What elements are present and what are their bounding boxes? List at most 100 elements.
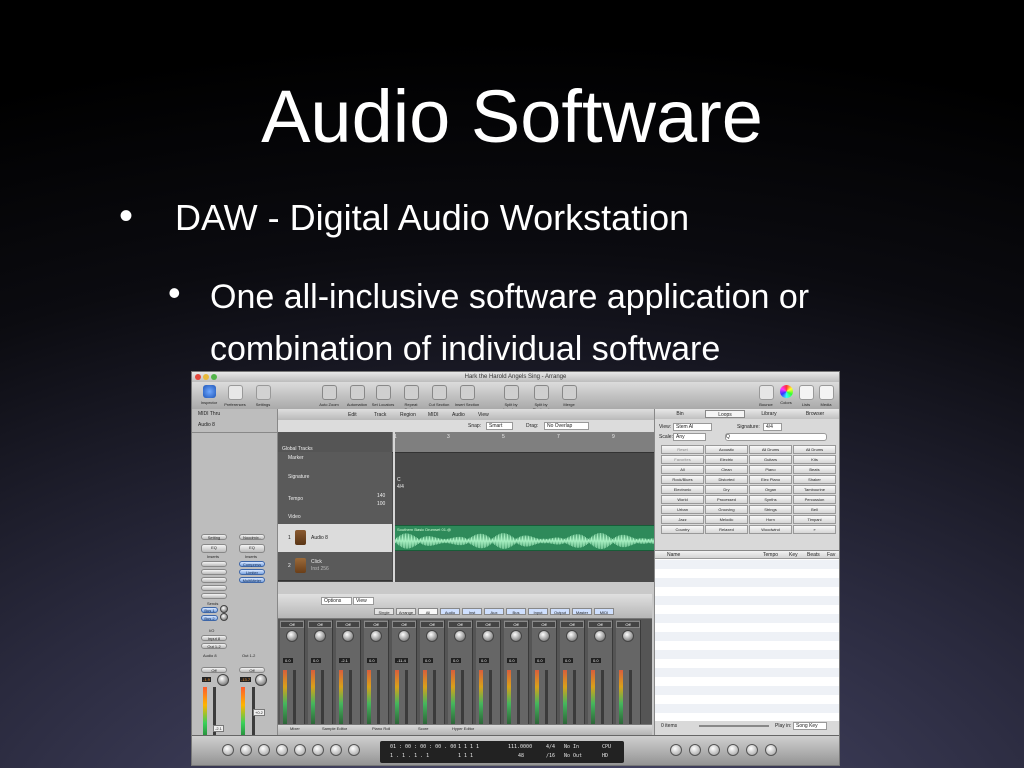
keyword-button[interactable]: Electronic xyxy=(661,485,704,494)
pan-knob[interactable] xyxy=(594,630,606,642)
pan-knob-right[interactable] xyxy=(255,674,267,686)
insert-slot-empty[interactable] xyxy=(201,593,227,599)
eq-slot-left[interactable]: EQ xyxy=(201,544,227,553)
cycle-icon[interactable] xyxy=(348,744,360,756)
filter-input[interactable]: Input xyxy=(528,608,548,615)
keyword-button[interactable]: Woodwind xyxy=(749,525,792,534)
filter-inst[interactable]: Inst xyxy=(462,608,482,615)
merge-button[interactable]: Merge xyxy=(556,385,582,407)
volume-fader[interactable] xyxy=(349,670,352,726)
keyword-button[interactable]: Country xyxy=(661,525,704,534)
mixer-channel-strip[interactable]: Off 0.0 xyxy=(280,620,305,730)
pan-knob[interactable] xyxy=(482,630,494,642)
media-button[interactable]: Media xyxy=(816,385,836,407)
insert-slot-empty[interactable] xyxy=(201,585,227,591)
tab-bin[interactable]: Bin xyxy=(665,410,695,418)
sync-icon[interactable] xyxy=(708,744,720,756)
play-icon[interactable] xyxy=(294,744,306,756)
automation-mode[interactable]: Off xyxy=(560,621,584,628)
global-tracks-header[interactable]: Global Tracks xyxy=(278,432,392,453)
automation-mode[interactable]: Off xyxy=(392,621,416,628)
insert-slot-empty[interactable] xyxy=(201,577,227,583)
pan-knob[interactable] xyxy=(538,630,550,642)
keyword-button[interactable]: Elec Piano xyxy=(749,475,792,484)
automation-button[interactable]: Automation xyxy=(344,385,370,407)
keyword-button[interactable]: Clean xyxy=(705,465,748,474)
automation-mode[interactable]: Off xyxy=(616,621,640,628)
mixer-channel-strip[interactable]: Off 0.0 xyxy=(588,620,613,730)
pan-knob[interactable] xyxy=(398,630,410,642)
keyword-button[interactable]: All Drums xyxy=(749,445,792,454)
options-menu[interactable]: Options xyxy=(321,597,353,605)
metronome-icon[interactable] xyxy=(727,744,739,756)
loop-results-list[interactable]: Name Tempo Key Beats Fav xyxy=(655,550,839,721)
automation-mode[interactable]: Off xyxy=(448,621,472,628)
volume-fader[interactable] xyxy=(601,670,604,726)
filter-single[interactable]: Single xyxy=(374,608,394,615)
repeat-section-button[interactable]: Repeat Section xyxy=(398,385,424,412)
keyword-button[interactable]: Electric xyxy=(705,455,748,464)
output-slot[interactable]: Out 1-2 xyxy=(201,643,227,649)
solo-icon[interactable] xyxy=(689,744,701,756)
lists-button[interactable]: Lists xyxy=(796,385,816,407)
mixer-channel-strip[interactable]: Off 0.0 xyxy=(476,620,501,730)
pause-icon[interactable] xyxy=(312,744,324,756)
signature-select[interactable]: 4/4 xyxy=(763,423,782,431)
bounce-button[interactable]: Bounce xyxy=(756,385,776,407)
audio8-region-label[interactable]: Audio 8 xyxy=(198,422,215,428)
keyword-button[interactable]: Grooving xyxy=(705,505,748,514)
keyword-button[interactable]: All Drums xyxy=(793,445,836,454)
keyword-button[interactable]: Piano xyxy=(749,465,792,474)
eq-slot-right[interactable]: EQ xyxy=(239,544,265,553)
lcd-display[interactable]: 01 : 00 : 00 : 00 . 00 1 . 1 . 1 . 1 1 1… xyxy=(380,741,624,763)
automation-mode[interactable]: Off xyxy=(532,621,556,628)
keyword-button[interactable]: Shaker xyxy=(793,475,836,484)
split-by-playhead-button[interactable]: Split by Playhead xyxy=(528,385,554,412)
automation-mode[interactable]: Off xyxy=(588,621,612,628)
tab-browser[interactable]: Browser xyxy=(795,410,835,418)
insert-slot-multimeter[interactable]: MultiMeter xyxy=(239,577,265,583)
arrange-menu-edit[interactable]: Edit xyxy=(348,412,357,418)
filter-master[interactable]: Master xyxy=(572,608,592,615)
col-fav[interactable]: Fav xyxy=(827,552,835,558)
automation-mode[interactable]: Off xyxy=(476,621,500,628)
keyword-button[interactable]: Bell xyxy=(793,505,836,514)
master-volume-icon[interactable] xyxy=(765,744,777,756)
go-to-start-icon[interactable] xyxy=(258,744,270,756)
keyword-button[interactable]: Percussion xyxy=(793,495,836,504)
arrange-menu-audio[interactable]: Audio xyxy=(452,412,465,418)
arrange-menu-midi[interactable]: MIDI xyxy=(428,412,439,418)
keyword-button[interactable]: Horn xyxy=(749,515,792,524)
drag-select[interactable]: No Overlap xyxy=(544,422,590,430)
mixer-channel-strip[interactable]: Off 0.0 xyxy=(364,620,389,730)
preview-volume-slider[interactable] xyxy=(699,725,769,727)
send-bus1-knob[interactable] xyxy=(220,605,228,613)
preferences-button[interactable]: Preferences xyxy=(222,385,248,407)
keyword-button[interactable]: Jazz xyxy=(661,515,704,524)
insert-slot-limiter[interactable]: Limiter xyxy=(239,569,265,575)
split-by-locators-button[interactable]: Split by Locators xyxy=(498,385,524,412)
insert-slot-empty[interactable] xyxy=(201,561,227,567)
tuner-icon[interactable] xyxy=(746,744,758,756)
send-bus2-knob[interactable] xyxy=(220,613,228,621)
stop-icon[interactable] xyxy=(276,744,288,756)
playhead[interactable] xyxy=(393,432,395,582)
mixer-channel-strip[interactable]: Off 0.0 xyxy=(504,620,529,730)
automation-mode[interactable]: Off xyxy=(364,621,388,628)
close-window-icon[interactable] xyxy=(195,374,201,380)
mixer-channel-strip[interactable]: Off 0.0 xyxy=(560,620,585,730)
col-tempo[interactable]: Tempo xyxy=(763,552,778,558)
keyword-button[interactable]: Favorites xyxy=(661,455,704,464)
view-select[interactable]: Stem Al xyxy=(673,423,713,431)
keyword-button[interactable]: Melodic xyxy=(705,515,748,524)
volume-fader[interactable] xyxy=(573,670,576,726)
tab-hyper-editor[interactable]: Hyper Editor xyxy=(452,726,474,731)
pan-knob[interactable] xyxy=(342,630,354,642)
setting-slot-right[interactable]: Noodmix.. xyxy=(239,534,265,540)
keyword-button[interactable]: World xyxy=(661,495,704,504)
zoom-window-icon[interactable] xyxy=(211,374,217,380)
tab-mixer[interactable]: Mixer xyxy=(290,726,300,731)
send-bus1[interactable]: Bus 1 xyxy=(201,607,218,613)
pan-knob[interactable] xyxy=(314,630,326,642)
volume-fader[interactable] xyxy=(545,670,548,726)
